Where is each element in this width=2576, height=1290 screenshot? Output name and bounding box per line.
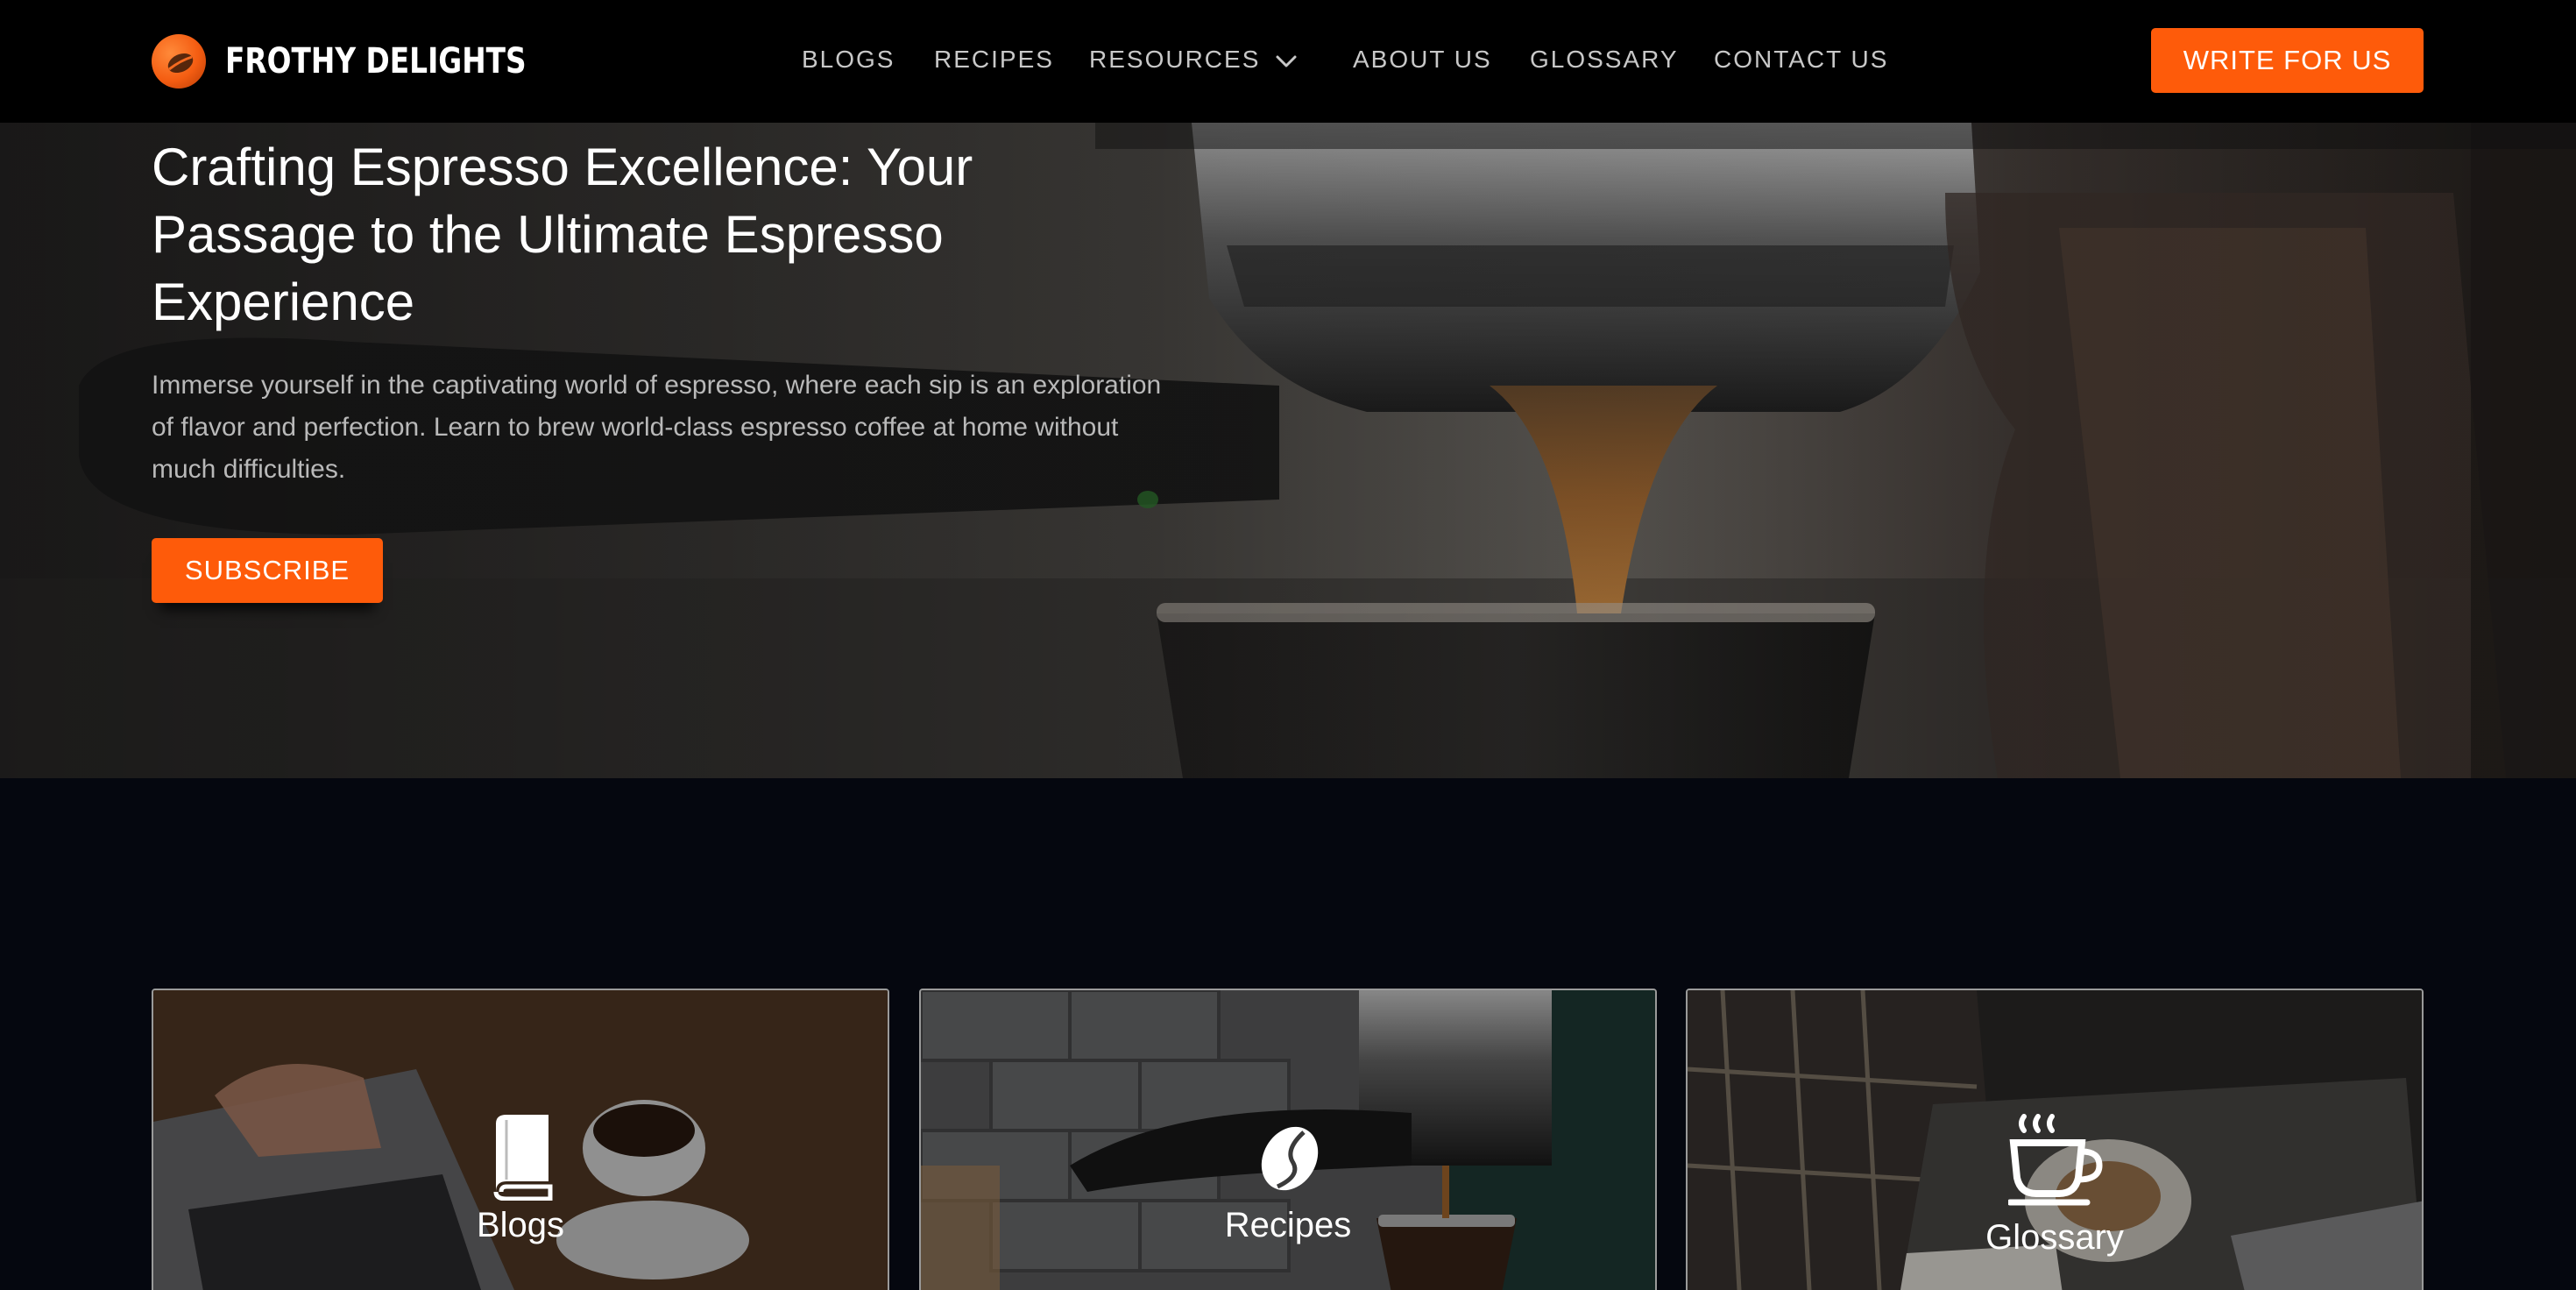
hero-title: Crafting Espresso Excellence: Your Passa… bbox=[152, 138, 973, 331]
write-for-us-button[interactable]: WRITE FOR US bbox=[2151, 28, 2424, 93]
card-blogs[interactable]: Blogs bbox=[152, 989, 889, 1290]
card-label-recipes: Recipes bbox=[1224, 1206, 1352, 1244]
site-header: FROTHY DELIGHTS BLOGS RECIPES RESOURCES … bbox=[0, 0, 2576, 123]
nav-item-recipes[interactable]: RECIPES bbox=[934, 46, 1054, 74]
nav-item-blogs[interactable]: BLOGS bbox=[802, 46, 895, 74]
nav-item-contact-us[interactable]: CONTACT US bbox=[1714, 46, 1888, 74]
hero-section: Crafting Espresso Excellence: Your Passa… bbox=[0, 123, 2576, 778]
coffee-cup-icon bbox=[2008, 1114, 2103, 1206]
nav-item-about-us[interactable]: ABOUT US bbox=[1353, 46, 1492, 74]
hero-description: Immerse yourself in the captivating worl… bbox=[152, 371, 1162, 484]
nav-item-resources[interactable]: RESOURCES bbox=[1089, 46, 1260, 74]
chevron-down-icon[interactable] bbox=[1273, 51, 1299, 72]
book-icon bbox=[493, 1115, 553, 1201]
subscribe-button[interactable]: SUBSCRIBE bbox=[152, 538, 383, 603]
card-recipes[interactable]: Recipes bbox=[919, 989, 1657, 1290]
coffee-bean-icon bbox=[1261, 1126, 1319, 1191]
card-label-blogs: Blogs bbox=[476, 1206, 565, 1244]
card-label-glossary: Glossary bbox=[1985, 1218, 2124, 1257]
card-glossary[interactable]: Glossary bbox=[1686, 989, 2424, 1290]
nav-item-glossary[interactable]: GLOSSARY bbox=[1530, 46, 1679, 74]
